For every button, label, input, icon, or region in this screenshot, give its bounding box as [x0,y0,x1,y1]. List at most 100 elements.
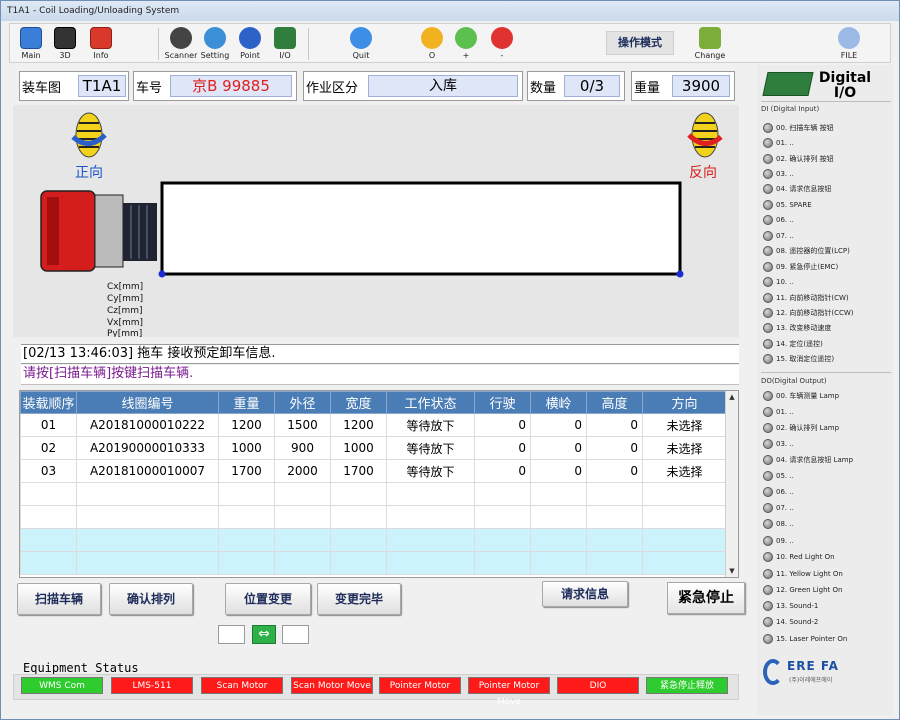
column-header[interactable]: 线圈编号 [76,391,219,414]
column-header[interactable]: 外径 [274,391,331,414]
table-cell: 0 [530,413,587,437]
plus-circle-icon [455,27,477,49]
column-header[interactable]: 装载顺序 [20,391,77,414]
scroll-up-icon[interactable]: ▲ [726,391,738,403]
scanner-icon [170,27,192,49]
coord-label: Vx[mm] [107,318,143,328]
column-header[interactable]: 工作状态 [386,391,475,414]
di-item: 03. .. [763,168,794,182]
led-indicator [763,138,773,148]
table-header-row: 装载顺序 线圈编号 重量 外径 宽度 工作状态 行驶 横岭 高度 方向 [20,391,727,414]
tools-icon [699,27,721,49]
coord-label: Cx[mm] [107,282,143,292]
io-divider [761,372,891,373]
table-cell: 0 [586,413,643,437]
setting-button[interactable]: Setting [198,26,232,62]
confirm-order-button[interactable]: 确认排列 [109,583,193,615]
empty-row[interactable] [20,482,727,506]
work-zone-value: 入库 [368,75,518,97]
swap-to-input[interactable] [282,625,309,644]
led-indicator [763,231,773,241]
table-cell: 1200 [218,413,275,437]
do-title: DO(Digital Output) [761,377,827,385]
led-indicator [763,407,773,417]
do-item: 02. 确认排列 Lamp [763,422,839,436]
do-item: 01. .. [763,406,794,420]
minus-button[interactable]: - [485,26,519,62]
status-scan-motor: Scan Motor [201,677,283,694]
table-cell: A20181000010222 [76,413,219,437]
empty-row[interactable] [20,551,727,575]
led-indicator [763,277,773,287]
di-item: 09. 紧急停止(EMC) [763,261,838,275]
main-button[interactable]: Main [14,26,48,62]
table-cell: 等待放下 [386,436,475,460]
column-header[interactable]: 重量 [218,391,275,414]
di-item: 08. 遥控器的位置(LCP) [763,245,850,259]
scroll-down-icon[interactable]: ▼ [726,565,738,577]
column-header[interactable]: 横岭 [530,391,587,414]
table-row[interactable]: 01 A20181000010222 1200 1500 1200 等待放下 0… [20,413,727,437]
quit-button[interactable]: Quit [344,26,378,62]
swap-arrows-icon[interactable]: ⇔ [252,625,276,644]
scan-vehicle-button[interactable]: 扫描车辆 [17,583,101,615]
weight-field: 重量 3900 [631,71,735,101]
table-cell: 900 [274,436,331,460]
toolbar-divider [158,28,159,60]
table-row[interactable]: 02 A20190000010333 1000 900 1000 等待放下 0 … [20,436,727,460]
truck-icon [90,27,112,49]
info-button[interactable]: Info [84,26,118,62]
change-done-button[interactable]: 变更完毕 [317,583,401,615]
swap-from-input[interactable] [218,625,245,644]
led-indicator [763,569,773,579]
window-title: T1A1 - Coil Loading/Unloading System [1,1,899,21]
led-indicator [763,552,773,562]
table-row[interactable]: 03 A20181000010007 1700 2000 1700 等待放下 0… [20,459,727,483]
reverse-label: 反向 [689,165,717,181]
empty-row[interactable] [20,528,727,552]
column-header[interactable]: 行驶 [474,391,531,414]
di-item: 11. 向前移动指针(CW) [763,292,849,306]
led-indicator [763,585,773,595]
di-item: 10. .. [763,276,794,290]
led-indicator [763,391,773,401]
led-indicator [763,423,773,433]
column-header[interactable]: 宽度 [330,391,387,414]
do-item: 11. Yellow Light On [763,568,843,582]
scanner-button[interactable]: Scanner [164,26,198,62]
di-item: 02. 确认排列 按钮 [763,153,834,167]
empty-row[interactable] [20,505,727,529]
column-header[interactable]: 方向 [642,391,727,414]
point-button[interactable]: Point [233,26,267,62]
table-cell: A20181000010007 [76,459,219,483]
plus-button[interactable]: + [449,26,483,62]
table-scrollbar[interactable]: ▲ ▼ [725,391,738,577]
led-indicator [763,354,773,364]
o-button[interactable]: O [415,26,449,62]
request-info-button[interactable]: 请求信息 [542,581,628,607]
column-header[interactable]: 高度 [586,391,643,414]
table-cell: 1000 [218,436,275,460]
io-button[interactable]: I/O [268,26,302,62]
position-change-button[interactable]: 位置变更 [225,583,311,615]
led-indicator [763,215,773,225]
table-cell: 0 [474,413,531,437]
table-cell: 未选择 [642,459,727,483]
led-indicator [763,339,773,349]
app-window: T1A1 - Coil Loading/Unloading System Mai… [0,0,900,720]
trailer-corner-marker [158,270,166,278]
emergency-stop-button[interactable]: 紧急停止 [667,582,745,614]
status-scan-motor-move: Scan Motor Move [291,677,373,694]
operation-mode-button[interactable]: 操作模式 [606,31,674,55]
table-cell: 0 [586,459,643,483]
change-button[interactable]: Change [693,26,727,62]
trailer-bed [160,181,682,276]
home-icon [20,27,42,49]
point-icon [239,27,261,49]
3d-button[interactable]: 3D [48,26,82,62]
file-button[interactable]: FILE [832,26,866,62]
truck-cab-icon [40,190,157,272]
led-indicator [763,536,773,546]
di-item: 00. 扫描车辆 按钮 [763,122,834,136]
di-item: 06. .. [763,214,794,228]
